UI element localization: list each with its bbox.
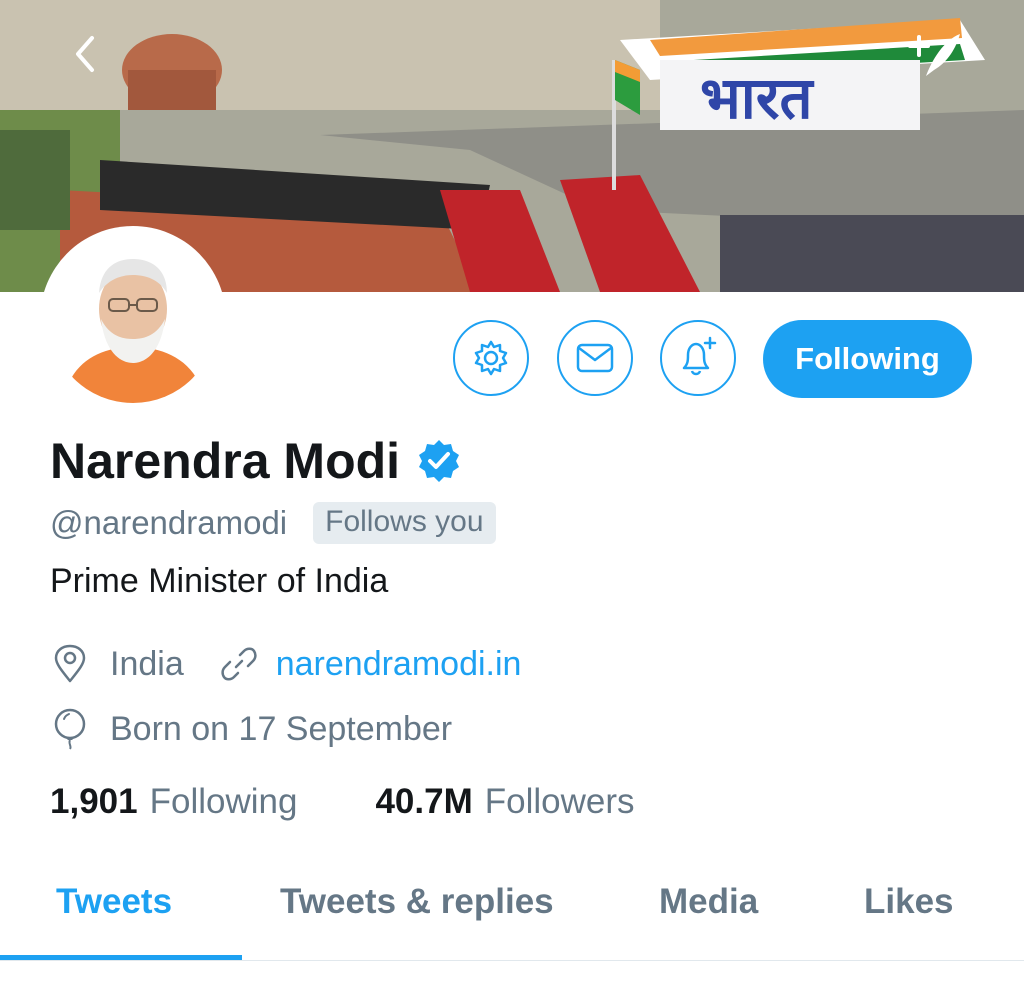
tab-tweets-replies[interactable]: Tweets & replies bbox=[280, 882, 554, 922]
balloon-icon bbox=[54, 708, 86, 750]
tab-likes[interactable]: Likes bbox=[864, 882, 954, 922]
banner-text: भारत bbox=[700, 64, 815, 132]
profile-location: India bbox=[110, 644, 184, 683]
followers-label: Followers bbox=[484, 782, 635, 821]
avatar-image bbox=[49, 235, 217, 403]
verified-badge-icon bbox=[419, 440, 460, 482]
location-website-row: India narendramodi.in bbox=[52, 644, 521, 684]
following-stat[interactable]: 1,901 Following bbox=[50, 782, 297, 822]
envelope-icon bbox=[576, 343, 614, 373]
handle-row: @narendramodi Follows you bbox=[50, 502, 496, 544]
gear-icon bbox=[474, 340, 508, 376]
profile-website-link[interactable]: narendramodi.in bbox=[276, 645, 522, 684]
profile-name: Narendra Modi bbox=[50, 433, 401, 489]
back-button[interactable] bbox=[70, 34, 110, 78]
profile-handle: @narendramodi bbox=[50, 504, 288, 541]
chevron-left-icon bbox=[76, 36, 94, 72]
following-button[interactable]: Following bbox=[763, 320, 972, 398]
profile-avatar[interactable] bbox=[40, 226, 226, 412]
profile-birthday: Born on 17 September bbox=[110, 709, 453, 748]
following-count: 1,901 bbox=[50, 782, 138, 821]
follows-you-badge: Follows you bbox=[313, 502, 496, 544]
profile-name-row: Narendra Modi bbox=[50, 432, 462, 490]
birthday-row: Born on 17 September bbox=[52, 708, 452, 750]
profile-tabs: Tweets Tweets & replies Media Likes bbox=[0, 860, 1024, 961]
tab-tweets[interactable]: Tweets bbox=[56, 882, 172, 922]
location-pin-icon bbox=[54, 644, 86, 683]
bell-plus-icon bbox=[682, 336, 717, 376]
followers-count: 40.7M bbox=[375, 782, 473, 821]
compose-tweet-button[interactable] bbox=[904, 30, 964, 80]
notifications-button[interactable] bbox=[660, 320, 736, 396]
settings-button[interactable] bbox=[453, 320, 529, 396]
compose-tweet-icon bbox=[908, 34, 960, 76]
profile-stats: 1,901 Following 40.7M Followers bbox=[50, 782, 635, 822]
tab-media[interactable]: Media bbox=[659, 882, 758, 922]
profile-bio: Prime Minister of India bbox=[50, 562, 389, 600]
link-icon bbox=[221, 647, 257, 681]
message-button[interactable] bbox=[557, 320, 633, 396]
following-label: Following bbox=[149, 782, 298, 821]
followers-stat[interactable]: 40.7M Followers bbox=[375, 782, 634, 822]
active-tab-indicator bbox=[0, 955, 242, 960]
